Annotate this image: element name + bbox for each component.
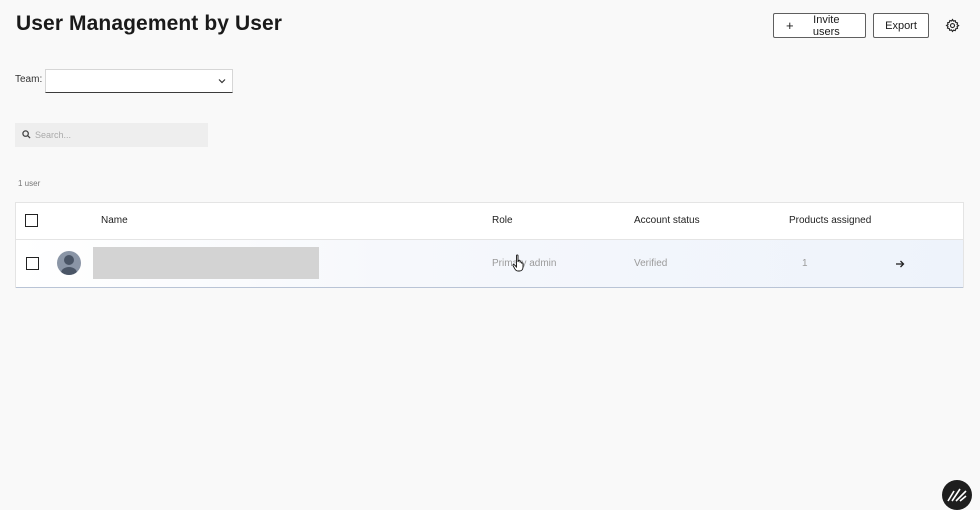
- export-button[interactable]: Export: [873, 13, 929, 38]
- products-assigned-count: 1: [802, 258, 808, 269]
- page-title: User Management by User: [16, 12, 283, 35]
- account-status: Verified: [634, 258, 668, 269]
- user-count: 1 user: [18, 179, 41, 188]
- search-icon: [22, 130, 31, 139]
- column-header-role[interactable]: Role: [492, 215, 513, 226]
- hand-pointer-icon: [512, 254, 524, 272]
- gear-icon[interactable]: [944, 18, 960, 34]
- search-box[interactable]: [15, 123, 208, 147]
- select-all-checkbox[interactable]: [25, 214, 38, 227]
- invite-users-label: Invite users: [812, 13, 840, 38]
- row-checkbox[interactable]: [26, 257, 39, 270]
- team-label: Team:: [15, 74, 43, 85]
- search-input[interactable]: [35, 127, 200, 143]
- logo-icon: [947, 488, 967, 502]
- table-row[interactable]: Primary admin Verified 1: [16, 240, 963, 288]
- team-select[interactable]: [45, 69, 233, 93]
- column-header-products-assigned[interactable]: Products assigned: [789, 215, 871, 226]
- plus-icon: +: [786, 18, 794, 33]
- user-name-redacted: [93, 247, 319, 279]
- column-header-name[interactable]: Name: [101, 215, 128, 226]
- arrow-right-icon[interactable]: [895, 259, 905, 269]
- users-table: Name Role Account status Products assign…: [15, 202, 964, 288]
- brand-logo[interactable]: [942, 480, 972, 510]
- table-header: Name Role Account status Products assign…: [16, 203, 963, 240]
- chevron-down-icon: [218, 79, 226, 84]
- avatar: [57, 251, 81, 275]
- column-header-account-status[interactable]: Account status: [634, 215, 700, 226]
- header-actions: + Invite users Export: [773, 13, 960, 38]
- invite-users-button[interactable]: + Invite users: [773, 13, 866, 38]
